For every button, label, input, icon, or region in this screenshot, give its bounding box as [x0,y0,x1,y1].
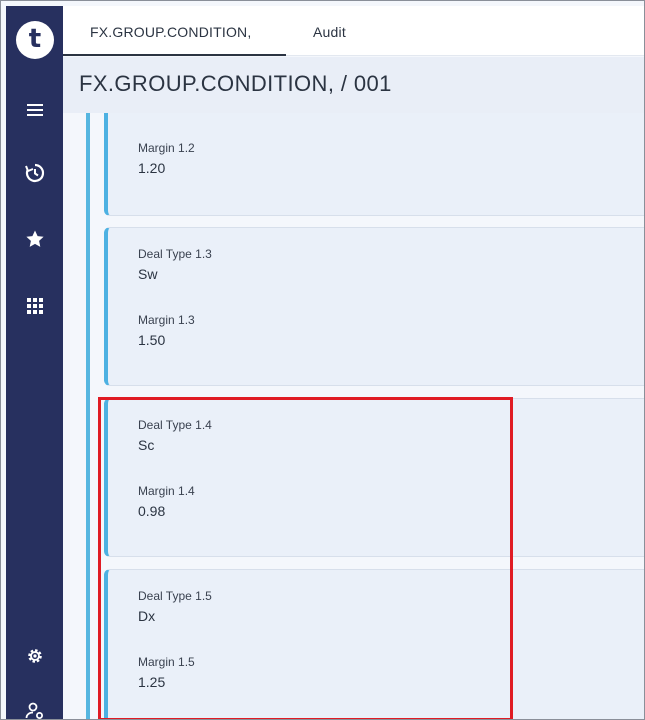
margin-value: 0.98 [138,503,166,519]
tab-bar: FX.GROUP.CONDITION, Audit [63,6,644,56]
user-settings-icon[interactable] [23,699,47,719]
condition-card: Deal Type 1.4 Sc Margin 1.4 0.98 [104,398,644,557]
logo[interactable]: t [16,21,54,59]
sidebar: t [6,6,63,719]
grid-icon[interactable] [23,294,47,318]
margin-label: Margin 1.3 [138,313,195,327]
margin-value: 1.20 [138,160,166,176]
condition-card: Margin 1.2 1.20 [104,113,644,216]
deal-type-label: Deal Type 1.4 [138,418,212,432]
deal-type-value: Sc [138,437,155,453]
page-header: FX.GROUP.CONDITION, / 001 [63,57,644,113]
deal-type-value: Sw [138,266,158,282]
tab-audit[interactable]: Audit [313,6,346,56]
history-icon[interactable] [23,161,47,185]
margin-label: Margin 1.2 [138,141,195,155]
margin-label: Margin 1.5 [138,655,195,669]
condition-card: Deal Type 1.3 Sw Margin 1.3 1.50 [104,227,644,386]
deal-type-label: Deal Type 1.3 [138,247,212,261]
margin-label: Margin 1.4 [138,484,195,498]
margin-value: 1.25 [138,674,166,690]
margin-value: 1.50 [138,332,166,348]
deal-type-value: Dx [138,608,156,624]
group-connector-line [86,113,90,719]
settings-icon[interactable] [23,644,47,668]
star-icon[interactable] [23,227,47,251]
menu-icon[interactable] [23,98,47,122]
deal-type-label: Deal Type 1.5 [138,589,212,603]
app-window: t FX.GROUP.CONDITION, Audit FX.GROUP.CON… [0,0,645,720]
content-area: Margin 1.2 1.20 Deal Type 1.3 Sw Margin … [63,113,644,719]
tab-fx-group-condition[interactable]: FX.GROUP.CONDITION, [63,6,286,56]
page-title: FX.GROUP.CONDITION, / 001 [79,71,392,96]
condition-card: Deal Type 1.5 Dx Margin 1.5 1.25 [104,569,644,719]
